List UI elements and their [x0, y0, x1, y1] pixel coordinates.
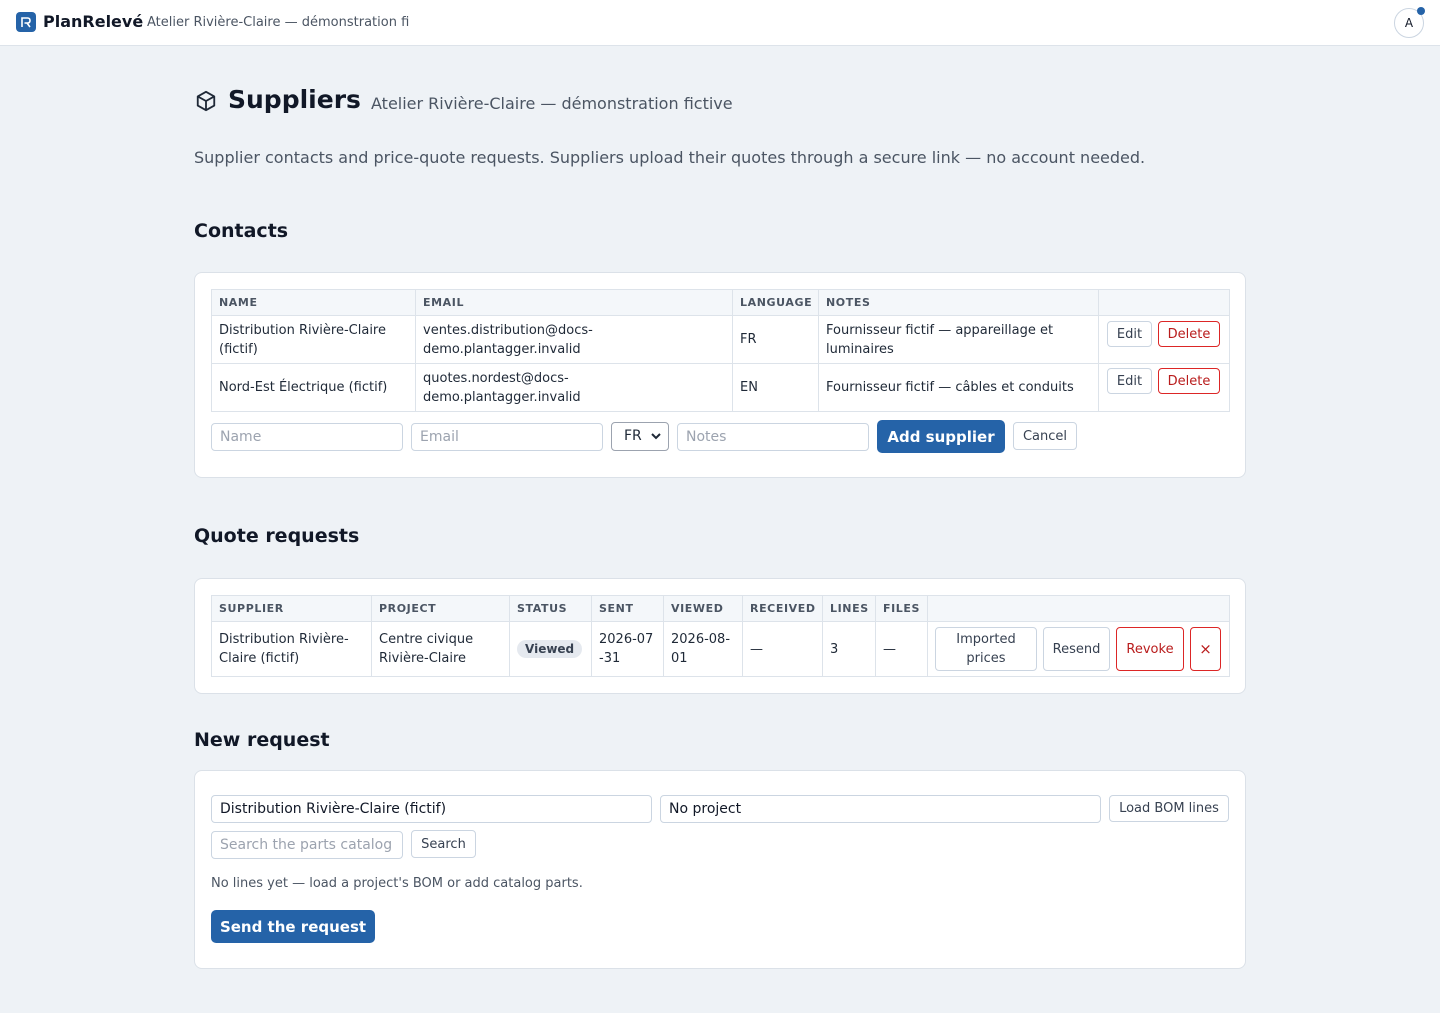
- delete-button[interactable]: Delete: [1158, 368, 1220, 394]
- page-org: Atelier Rivière-Claire — démonstration f…: [371, 94, 733, 113]
- contact-name: Nord-Est Électrique (fictif): [211, 363, 416, 412]
- new-request-heading: New request: [194, 729, 330, 751]
- quote-lines: 3: [822, 621, 876, 677]
- send-request-button[interactable]: Send the request: [211, 910, 375, 943]
- empty-lines-note: No lines yet — load a project's BOM or a…: [211, 876, 583, 891]
- actions-column-header: [1098, 289, 1230, 316]
- quote-requests-heading: Quote requests: [194, 525, 360, 547]
- column-header: LINES: [822, 595, 876, 622]
- column-header: LANGUAGE: [732, 289, 819, 316]
- parts-search-input[interactable]: [211, 831, 403, 859]
- cancel-button[interactable]: Cancel: [1013, 422, 1077, 450]
- app-logo-icon[interactable]: [16, 12, 36, 32]
- column-header: STATUS: [509, 595, 592, 622]
- chevron-down-icon: [651, 433, 661, 440]
- search-button[interactable]: Search: [411, 830, 476, 858]
- delete-button[interactable]: Delete: [1158, 321, 1220, 347]
- column-header: EMAIL: [415, 289, 733, 316]
- package-icon: [196, 90, 216, 112]
- table-row: Distribution Rivière-Claire (fictif) ven…: [211, 315, 1230, 364]
- quote-viewed: 2026-08-01: [663, 621, 743, 677]
- quote-sent: 2026-07-31: [591, 621, 664, 677]
- table-row: Nord-Est Électrique (fictif) quotes.nord…: [211, 363, 1230, 412]
- contact-name: Distribution Rivière-Claire (fictif): [211, 315, 416, 364]
- contacts-heading: Contacts: [194, 220, 289, 242]
- contact-email: quotes.nordest@docs-demo.plantagger.inva…: [415, 363, 733, 412]
- language-select-value: FR: [624, 428, 642, 444]
- language-select[interactable]: FR: [611, 422, 669, 451]
- resend-button[interactable]: Resend: [1043, 627, 1110, 671]
- quotes-header-row: SUPPLIER PROJECT STATUS SENT VIEWED RECE…: [211, 595, 1230, 622]
- org-name: Atelier Rivière-Claire — démonstration f…: [147, 15, 409, 30]
- quote-received: —: [742, 621, 823, 677]
- project-select[interactable]: No project: [660, 795, 1101, 823]
- contact-email: ventes.distribution@docs-demo.plantagger…: [415, 315, 733, 364]
- quote-status: Viewed: [509, 621, 592, 677]
- edit-button[interactable]: Edit: [1107, 368, 1152, 394]
- supplier-notes-input[interactable]: [677, 423, 869, 451]
- contacts-header-row: NAME EMAIL LANGUAGE NOTES: [211, 289, 1230, 316]
- quote-files: —: [875, 621, 928, 677]
- top-bar: PlanRelevé Atelier Rivière-Claire — démo…: [0, 0, 1440, 46]
- contact-notes: Fournisseur fictif — câbles et conduits: [818, 363, 1099, 412]
- column-header: NOTES: [818, 289, 1099, 316]
- contact-language: EN: [732, 363, 819, 412]
- revoke-button[interactable]: Revoke: [1116, 627, 1184, 671]
- page-description: Supplier contacts and price-quote reques…: [194, 148, 1146, 167]
- add-supplier-button[interactable]: Add supplier: [877, 420, 1005, 453]
- quote-supplier: Distribution Rivière-Claire (fictif): [211, 621, 372, 677]
- app-name[interactable]: PlanRelevé: [43, 12, 143, 31]
- contacts-table: NAME EMAIL LANGUAGE NOTES Distribution R…: [211, 289, 1230, 412]
- page-title: Suppliers: [228, 85, 361, 114]
- supplier-name-input[interactable]: [211, 423, 403, 451]
- status-badge: Viewed: [517, 639, 583, 658]
- edit-button[interactable]: Edit: [1107, 321, 1152, 347]
- imported-prices-button[interactable]: Imported prices: [935, 627, 1037, 671]
- contact-notes: Fournisseur fictif — appareillage et lum…: [818, 315, 1099, 364]
- actions-column-header: [927, 595, 1230, 622]
- column-header: SENT: [591, 595, 664, 622]
- supplier-email-input[interactable]: [411, 423, 603, 451]
- column-header: PROJECT: [371, 595, 510, 622]
- column-header: NAME: [211, 289, 416, 316]
- column-header: SUPPLIER: [211, 595, 372, 622]
- load-bom-button[interactable]: Load BOM lines: [1109, 795, 1229, 822]
- column-header: RECEIVED: [742, 595, 823, 622]
- column-header: VIEWED: [663, 595, 743, 622]
- notification-dot: [1417, 7, 1425, 15]
- contact-language: FR: [732, 315, 819, 364]
- column-header: FILES: [875, 595, 928, 622]
- supplier-select[interactable]: Distribution Rivière-Claire (fictif): [211, 795, 652, 823]
- close-icon[interactable]: ×: [1190, 627, 1221, 671]
- quote-project: Centre civique Rivière-Claire: [371, 621, 510, 677]
